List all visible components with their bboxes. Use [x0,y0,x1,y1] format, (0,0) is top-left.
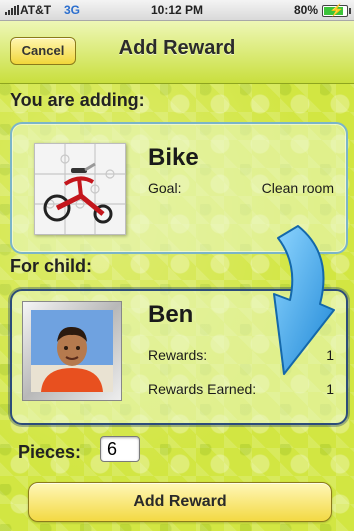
reward-name: Bike [148,144,199,171]
status-bar: AT&T 3G 10:12 PM 80% ⚡ [0,0,354,21]
main-content: You are adding: Bike Goal: Clean room Fo… [0,84,354,531]
child-avatar [22,301,122,401]
curved-arrow-down-icon [273,225,335,375]
pieces-input[interactable] [100,436,140,462]
goal-value: Clean room [261,180,334,196]
navigation-bar: Cancel Add Reward [0,21,354,84]
goal-label: Goal: [148,180,182,196]
reward-section-heading: You are adding: [10,90,145,110]
add-reward-button[interactable]: Add Reward [28,482,332,522]
rewards-label: Rewards: [148,347,208,363]
battery-percentage: 80% [293,3,318,17]
page-title: Add Reward [118,37,236,59]
child-name: Ben [148,301,194,328]
pieces-label: Pieces: [18,442,82,462]
child-section-heading: For child: [10,256,92,276]
cancel-button[interactable]: Cancel [10,37,76,65]
battery-charging-icon: ⚡ [322,3,351,17]
bike-puzzle-icon [34,143,126,235]
